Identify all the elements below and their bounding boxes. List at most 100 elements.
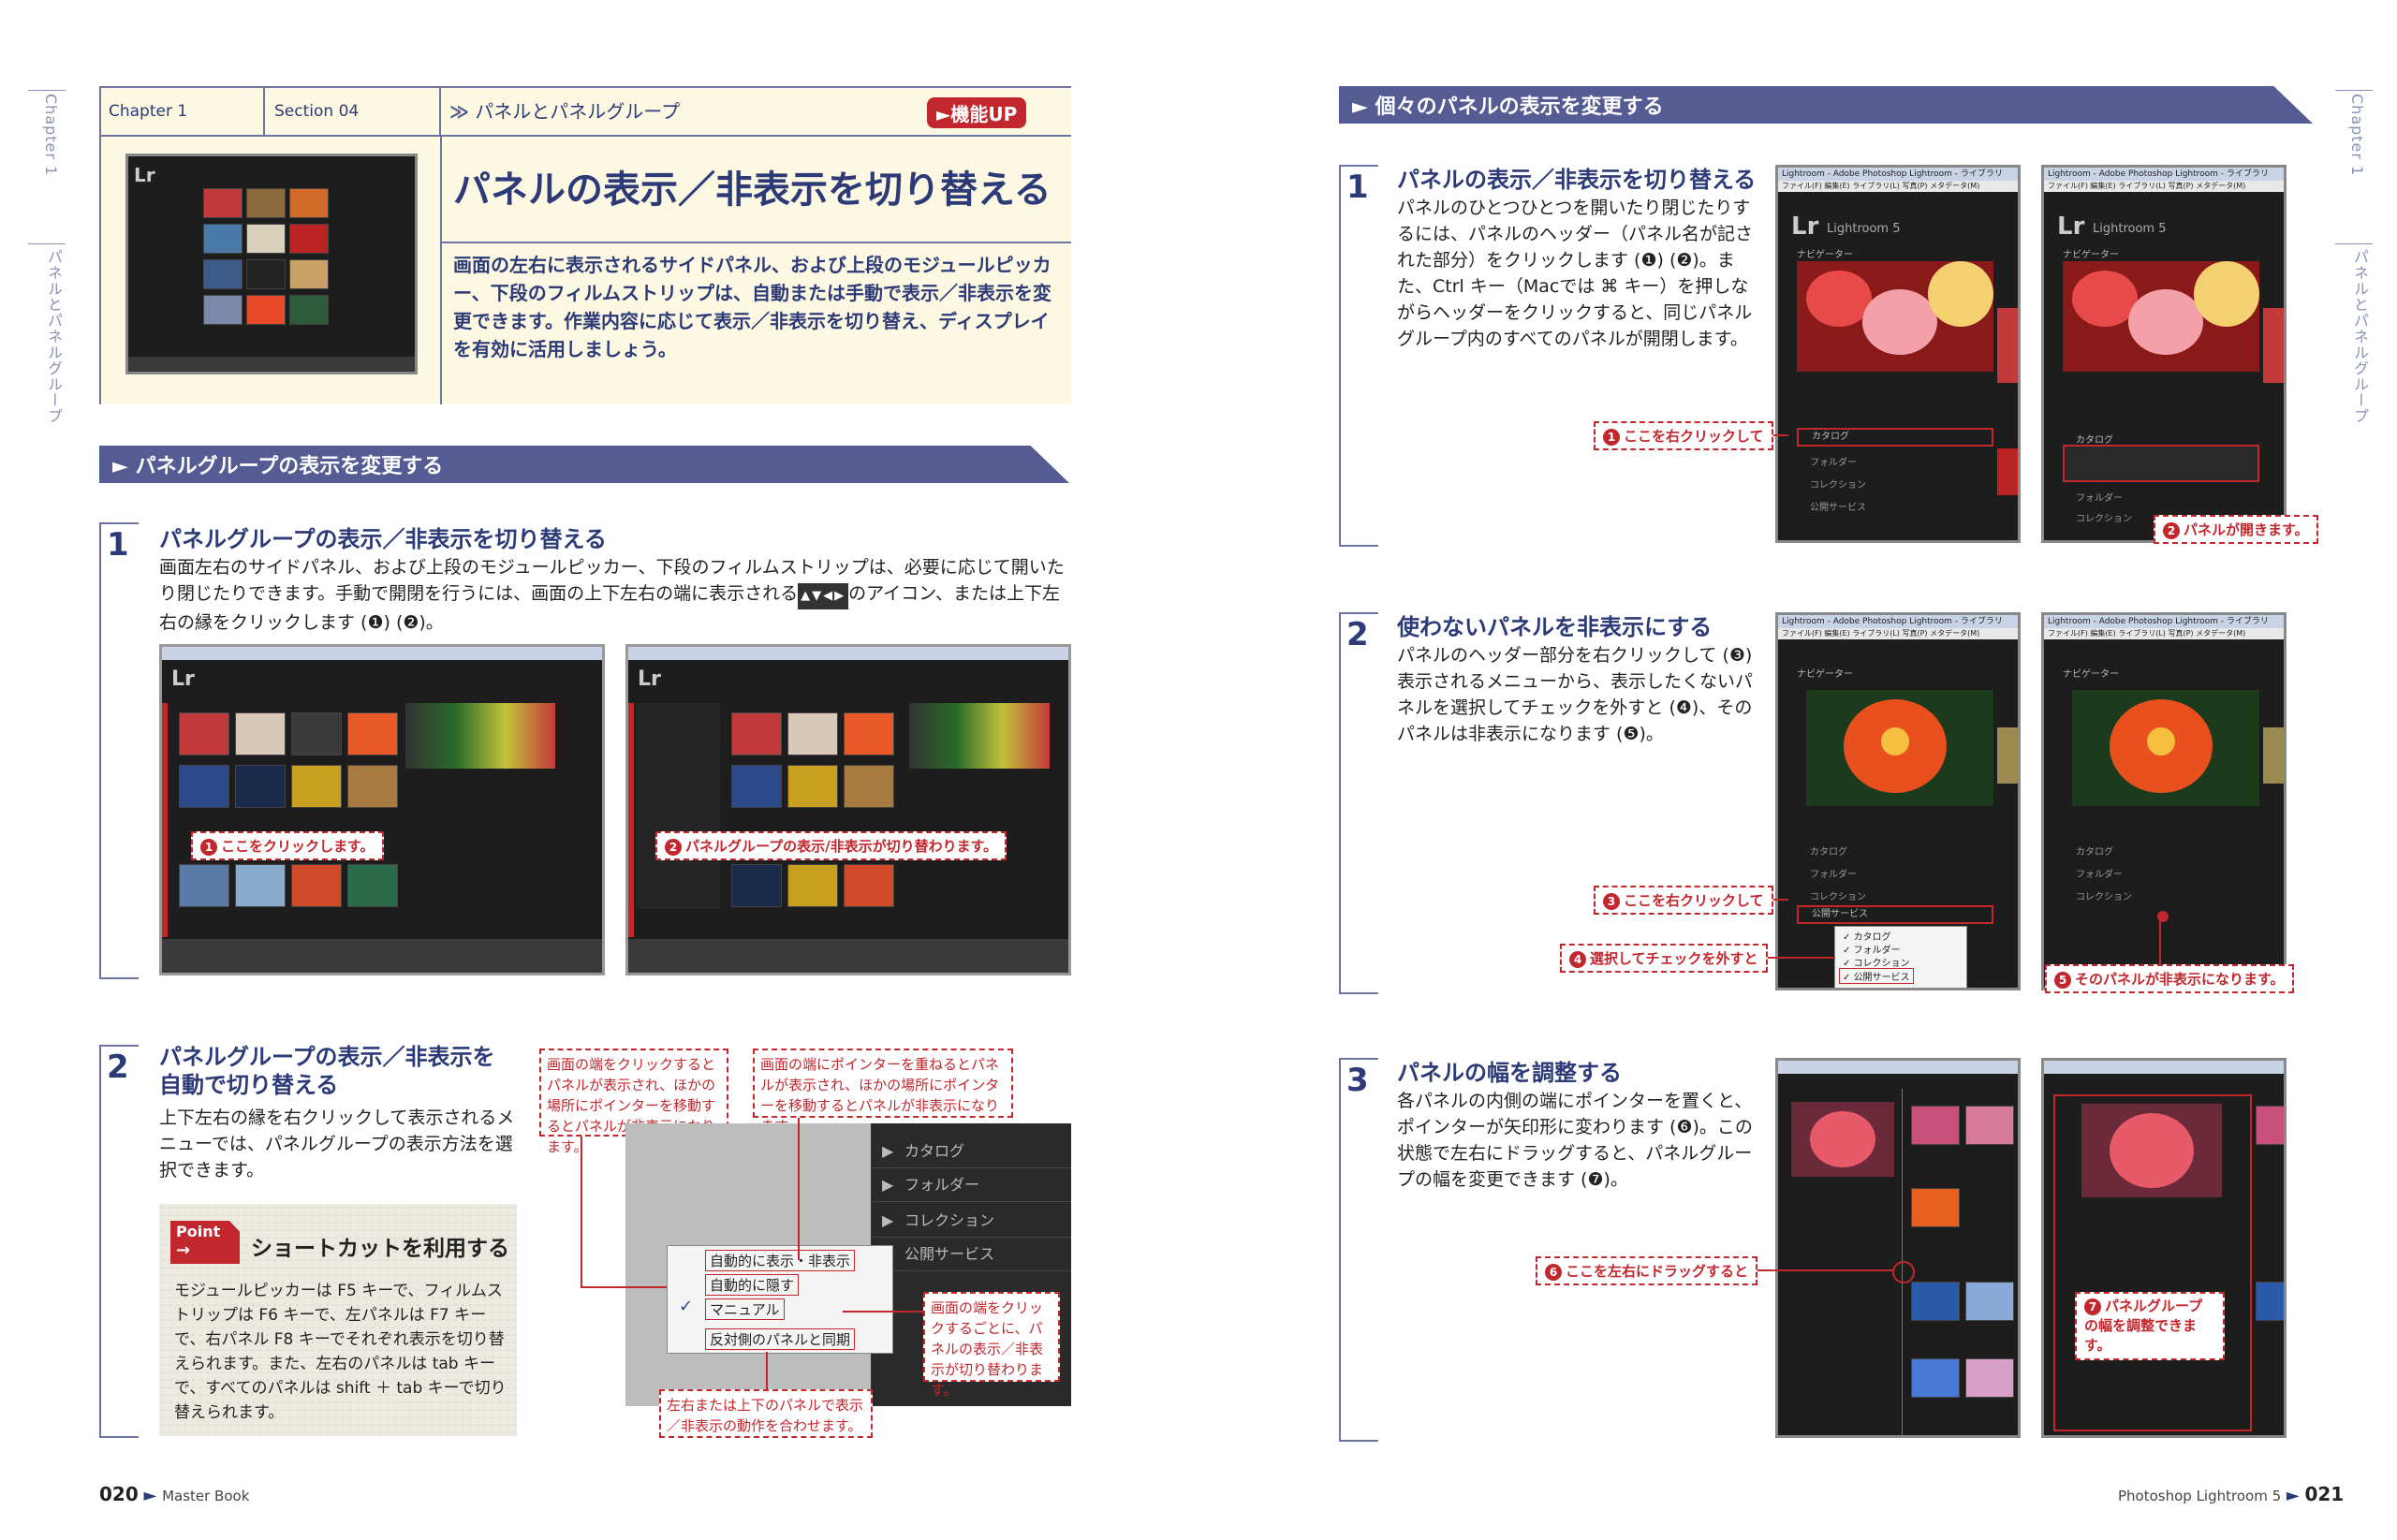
catalog-header: カタログ [2076, 435, 2113, 446]
point-text: モジュールピッカーは F5 キーで、フィルムストリップは F6 キーで、左パネル… [174, 1282, 507, 1422]
navigator-label: ナビゲーター [1797, 669, 1853, 680]
leader-line [581, 1286, 667, 1288]
step3-title: パネルの幅を調整する [1397, 1060, 1622, 1086]
photo-thumb [2256, 1282, 2284, 1321]
number-6-icon: 6 [1545, 1264, 1562, 1281]
step1-screenshot-before: Lr [159, 644, 605, 975]
menu-item-sync-opposite[interactable]: 反対側のパネルと同期 [705, 1328, 856, 1350]
callout-1: 1 ここをクリックします。 [191, 831, 384, 860]
photo-thumb [2256, 1106, 2284, 1145]
footer-arrow-icon: ► [143, 1486, 157, 1505]
photo-thumb [347, 712, 398, 755]
leader-line [1738, 1269, 1893, 1271]
step1-screenshot-a: Lightroom - Adobe Photoshop Lightroom - … [1775, 165, 2021, 543]
left-edge-highlight [628, 703, 634, 937]
arrow-right-icon: → [176, 1240, 191, 1260]
step1-bracket [99, 522, 139, 979]
collection-header: コレクション [1810, 892, 1866, 902]
navigator-preview [1797, 261, 1993, 372]
page-title: パネルの表示／非表示を切り替える [453, 169, 1051, 212]
feature-badge: ►機能UP [927, 97, 1027, 128]
number-3-icon: 3 [1603, 893, 1620, 910]
photo-thumb [291, 864, 342, 907]
point-label: Point → [170, 1221, 240, 1264]
left-edge-highlight [162, 703, 168, 937]
photo-thumb [289, 295, 329, 325]
menu-item-manual[interactable]: マニュアル [705, 1298, 785, 1320]
window-titlebar: Lightroom - Adobe Photoshop Lightroom - … [1778, 615, 2018, 628]
photo-thumb [203, 259, 243, 289]
photo-thumb [179, 712, 229, 755]
menu-folder[interactable]: ✓ フォルダー [1843, 942, 1901, 956]
menu-catalog[interactable]: ✓ カタログ [1843, 929, 1891, 943]
catalog-header: カタログ [2076, 847, 2113, 858]
number-5-icon: 5 [2054, 972, 2071, 989]
window-menubar: ファイル(F) 編集(E) ライブラリ(L) 写真(P) メタデータ(M) [2044, 181, 2284, 192]
intro-text: 画面の左右に表示されるサイドパネル、および上段のモジュールピッカー、下段のフィル… [453, 254, 1051, 360]
navigator-preview [2072, 690, 2259, 806]
histogram [909, 703, 1050, 769]
publish-header: 公開サービス [1810, 503, 1866, 513]
filmstrip [128, 357, 415, 372]
flower-shape [2110, 1113, 2194, 1188]
header-strip: Chapter 1 Section 04 ≫ パネルとパネルグループ ►機能UP [101, 88, 1071, 137]
note-manual: 画面の端をクリックするごとに、パネルの表示／非表示が切り替わります。 [923, 1292, 1060, 1399]
photo-thumb [1965, 1282, 2014, 1321]
catalog-header: カタログ [1810, 847, 1847, 858]
note-sync: 左右または上下のパネルで表示／非表示の動作を合わせます。 [659, 1389, 873, 1438]
header-thumbnail-frame: Lr [101, 137, 442, 404]
side-tab-line [2335, 90, 2373, 91]
lr-name: Lightroom 5 [1827, 222, 1901, 236]
menu-collection[interactable]: ✓ コレクション [1843, 955, 1910, 969]
callout-r4-text: 選択してチェックを外すと [1590, 950, 1758, 967]
panel-item-catalog: ▶ カタログ [871, 1135, 1071, 1168]
window-titlebar: Lightroom - Adobe Photoshop Lightroom - … [2044, 168, 2284, 181]
step3-screenshot-a [1775, 1058, 2021, 1438]
photo-thumb [291, 765, 342, 808]
catalog-header[interactable]: カタログ [1797, 428, 1993, 447]
left-panel [636, 703, 720, 909]
photo-thumb [787, 712, 838, 755]
callout-r3-text: ここを右クリックして [1624, 892, 1764, 909]
callout-2-text: パネルグループの表示/非表示が切り替わります。 [685, 838, 998, 855]
menu-publish[interactable]: ✓ 公開サービス [1839, 968, 1914, 984]
header-topic: パネルとパネルグループ [475, 100, 681, 123]
photo-thumb [246, 188, 286, 218]
step1-title: パネルグループの表示／非表示を切り替える [159, 526, 607, 552]
flower-shape [1862, 289, 1937, 355]
triangle-right-icon: ▶ [882, 1211, 894, 1229]
leader-line [798, 1118, 800, 1260]
header-topic-row: ≫ パネルとパネルグループ [449, 88, 680, 135]
header-right: パネルの表示／非表示を切り替える 画面の左右に表示されるサイドパネル、および上段… [442, 137, 1071, 404]
step2-bracket [1339, 612, 1378, 994]
step2-number: 2 [107, 1049, 129, 1086]
menu-item-auto-hide[interactable]: 自動的に隠す [705, 1274, 800, 1296]
photo-thumb [179, 864, 229, 907]
window-titlebar [2044, 1061, 2284, 1074]
flower-shape [1810, 1111, 1875, 1167]
step1-text: パネルのひとつひとつを開いたり閉じたりするには、パネルのヘッダー（パネル名が記さ… [1397, 198, 1754, 349]
publish-header[interactable]: 公開サービス [1797, 905, 1993, 924]
filmstrip [162, 939, 602, 973]
photo-thumb [235, 864, 286, 907]
lr-logo: Lr [638, 667, 661, 691]
callout-r2-text: パネルが開きます。 [2184, 521, 2309, 538]
lr-name: Lightroom 5 [2093, 222, 2167, 236]
window-titlebar: Lightroom - Adobe Photoshop Lightroom - … [1778, 168, 2018, 181]
lr-logo: Lr [1791, 213, 1819, 241]
window-menubar: ファイル(F) 編集(E) ライブラリ(L) 写真(P) メタデータ(M) [1778, 628, 2018, 639]
step1-number: 1 [107, 526, 129, 564]
photo-thumb [235, 712, 286, 755]
collection-header: コレクション [1810, 480, 1866, 491]
folder-header: フォルダー [2076, 493, 2123, 504]
page-number-left: 020 [99, 1483, 139, 1505]
callout-r7-text: パネルグループの幅を調整できます。 [2084, 1298, 2203, 1354]
folder-header: フォルダー [1810, 458, 1857, 468]
photo-thumb [291, 712, 342, 755]
number-2-icon: 2 [665, 839, 682, 856]
folder-header: フォルダー [2076, 870, 2123, 880]
collection-header: コレクション [2076, 892, 2132, 902]
photo-thumb [787, 864, 838, 907]
menu-item-auto-show-hide[interactable]: 自動的に表示・非表示 [705, 1250, 856, 1271]
lr-logo: Lr [171, 667, 195, 691]
